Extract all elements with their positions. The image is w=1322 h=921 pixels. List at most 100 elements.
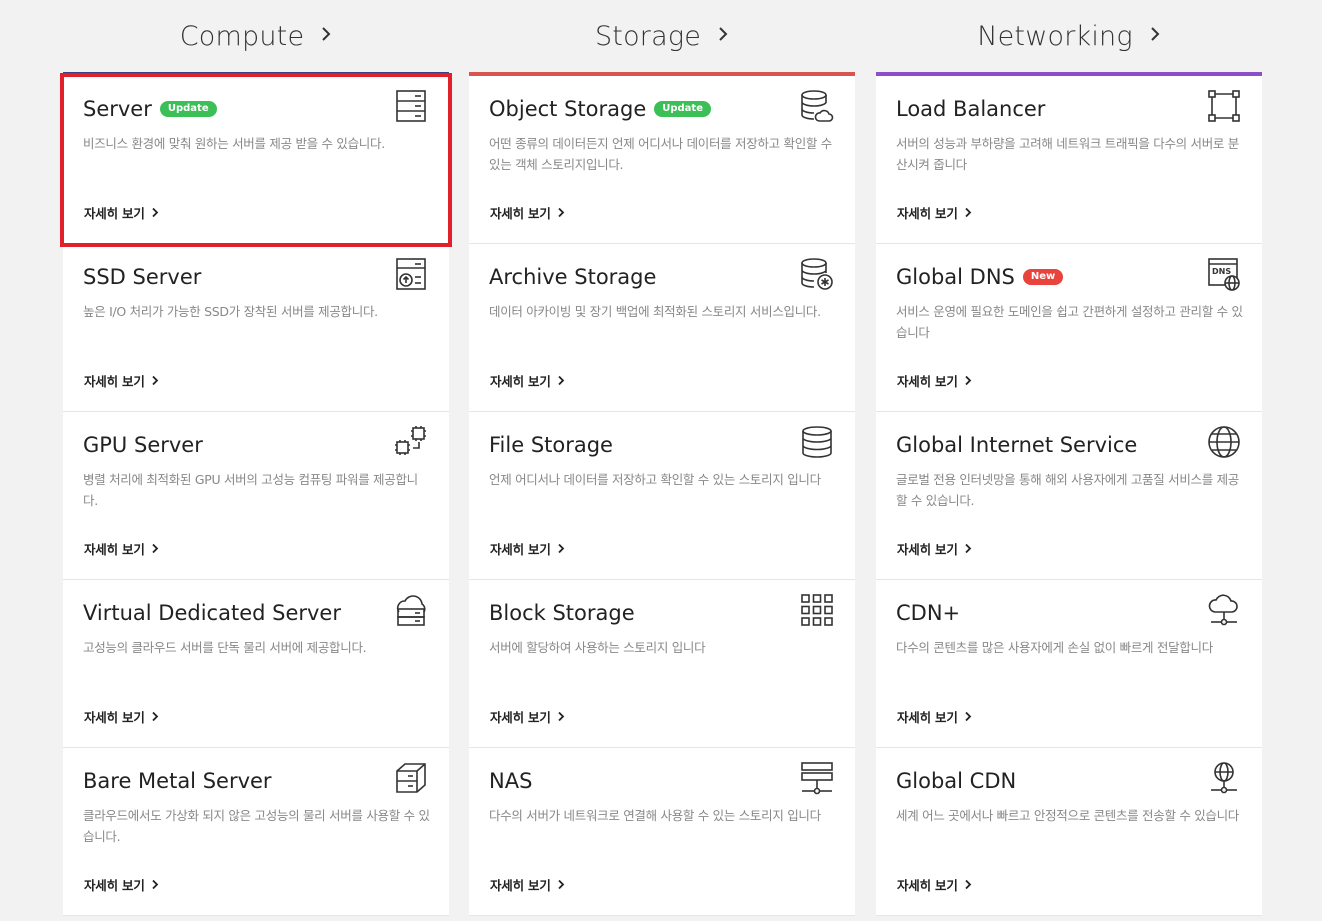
category-label: Compute: [179, 20, 305, 52]
column-compute: Compute Server Update 비즈니스 환경에 맞춰 원하는 서버를 제…: [60, 0, 452, 916]
globe-network-icon: [1206, 760, 1242, 796]
chevron-right-icon: [557, 542, 565, 557]
column-networking: Networking Load Balancer 서버의 성능과 부하량을 고려해 …: [876, 0, 1262, 916]
learn-more-label: 자세히 보기: [84, 542, 145, 557]
database-icon: [799, 424, 835, 460]
learn-more-label: 자세히 보기: [897, 878, 958, 893]
learn-more-link[interactable]: 자세히 보기: [897, 371, 972, 390]
product-card-cdn[interactable]: CDN+ 다수의 콘텐츠를 많은 사용자에게 손실 없이 빠르게 전달합니다 자세히…: [876, 580, 1262, 748]
card-title: NAS: [489, 769, 533, 793]
card-title-row: Bare Metal Server: [83, 764, 429, 798]
product-card-ssd-server[interactable]: SSD Server 높은 I/O 처리가 가능한 SSD가 장착된 서버를 제공…: [63, 244, 449, 412]
card-title-row: CDN+: [896, 596, 1242, 630]
column-storage: Storage Object Storage Update 어떤 종류의 데이터든지 …: [469, 0, 855, 916]
category-header-networking[interactable]: Networking: [876, 0, 1262, 72]
category-label: Networking: [977, 20, 1133, 52]
card-title-row: Global Internet Service: [896, 428, 1242, 462]
card-title-row: Object Storage Update: [489, 92, 835, 126]
product-card-global-dns[interactable]: Global DNS New DNS 서비스 운영에 필요한 도메인을 쉽고 간편하게…: [876, 244, 1262, 412]
card-description: 클라우드에서도 가상화 되지 않은 고성능의 물리 서버를 사용할 수 있습니다…: [83, 808, 430, 844]
learn-more-link[interactable]: 자세히 보기: [490, 203, 565, 222]
product-card-virtual-dedicated-server[interactable]: Virtual Dedicated Server 고성능의 클라우드 서버를 단독…: [63, 580, 449, 748]
globe-icon: [1206, 424, 1242, 460]
card-title: Global Internet Service: [896, 433, 1138, 457]
card-title-row: Load Balancer: [896, 92, 1242, 126]
card-title-row: Archive Storage: [489, 260, 835, 294]
card-description: 다수의 서버가 네트워크로 연결해 사용할 수 있는 스토리지 입니다: [489, 808, 821, 823]
card-description: 높은 I/O 처리가 가능한 SSD가 장착된 서버를 제공합니다.: [83, 304, 378, 319]
learn-more-link[interactable]: 자세히 보기: [897, 875, 972, 894]
card-title-row: Server Update: [83, 92, 429, 126]
product-card-archive-storage[interactable]: Archive Storage 데이터 아카이빙 및 장기 백업에 최적화된 스토…: [469, 244, 855, 412]
learn-more-link[interactable]: 자세히 보기: [84, 539, 159, 558]
product-card-bare-metal-server[interactable]: Bare Metal Server 클라우드에서도 가상화 되지 않은 고성능의 …: [63, 748, 449, 916]
card-title-row: File Storage: [489, 428, 835, 462]
chevron-right-icon: [151, 710, 159, 725]
chevron-right-icon: [964, 710, 972, 725]
learn-more-label: 자세히 보기: [490, 542, 551, 557]
learn-more-link[interactable]: 자세히 보기: [84, 875, 159, 894]
learn-more-label: 자세히 보기: [490, 206, 551, 221]
learn-more-link[interactable]: 자세히 보기: [84, 371, 159, 390]
chevron-right-icon: [964, 374, 972, 389]
learn-more-label: 자세히 보기: [490, 878, 551, 893]
nas-network-icon: [799, 760, 835, 796]
ssd-server-icon: [393, 256, 429, 292]
card-title: Virtual Dedicated Server: [83, 601, 341, 625]
card-title: Server: [83, 97, 152, 121]
learn-more-label: 자세히 보기: [897, 374, 958, 389]
chevron-right-icon: [717, 24, 729, 49]
learn-more-link[interactable]: 자세히 보기: [490, 371, 565, 390]
card-title: GPU Server: [83, 433, 203, 457]
product-card-server[interactable]: Server Update 비즈니스 환경에 맞춰 원하는 서버를 제공 받을 수 …: [60, 73, 452, 247]
card-title-row: GPU Server: [83, 428, 429, 462]
product-card-nas[interactable]: NAS 다수의 서버가 네트워크로 연결해 사용할 수 있는 스토리지 입니다자세…: [469, 748, 855, 916]
learn-more-link[interactable]: 자세히 보기: [897, 539, 972, 558]
product-card-object-storage[interactable]: Object Storage Update 어떤 종류의 데이터든지 언제 어디서나…: [469, 76, 855, 244]
category-label: Storage: [594, 20, 702, 52]
card-title-row: Block Storage: [489, 596, 835, 630]
product-card-global-internet-service[interactable]: Global Internet Service 글로벌 전용 인터넷망을 통해 해…: [876, 412, 1262, 580]
learn-more-link[interactable]: 자세히 보기: [490, 707, 565, 726]
card-title: File Storage: [489, 433, 613, 457]
card-title-row: NAS: [489, 764, 835, 798]
learn-more-link[interactable]: 자세히 보기: [84, 203, 159, 222]
cloud-server-icon: [393, 592, 429, 628]
card-description: 데이터 아카이빙 및 장기 백업에 최적화된 스토리지 서비스입니다.: [489, 304, 821, 319]
chevron-right-icon: [151, 206, 159, 221]
card-title: Bare Metal Server: [83, 769, 272, 793]
learn-more-link[interactable]: 자세히 보기: [897, 203, 972, 222]
product-card-block-storage[interactable]: Block Storage 서버에 할당하여 사용하는 스토리지 입니다자세히 보…: [469, 580, 855, 748]
category-header-storage[interactable]: Storage: [469, 0, 855, 72]
blocks-grid-icon: [799, 592, 835, 628]
card-description: 서버에 할당하여 사용하는 스토리지 입니다: [489, 640, 706, 655]
learn-more-label: 자세히 보기: [490, 374, 551, 389]
chevron-right-icon: [964, 206, 972, 221]
card-title: Archive Storage: [489, 265, 657, 289]
card-title-row: SSD Server: [83, 260, 429, 294]
card-description: 서버의 성능과 부하량을 고려해 네트워크 트래픽을 다수의 서버로 분산시켜 …: [896, 136, 1239, 172]
card-title: CDN+: [896, 601, 961, 625]
product-card-global-cdn[interactable]: Global CDN 세계 어느 곳에서나 빠르고 안정적으로 콘텐츠를 전송할 …: [876, 748, 1262, 916]
card-description: 언제 어디서나 데이터를 저장하고 확인할 수 있는 스토리지 입니다: [489, 472, 821, 487]
learn-more-link[interactable]: 자세히 보기: [490, 539, 565, 558]
chevron-right-icon: [557, 206, 565, 221]
svg-text:DNS: DNS: [1212, 267, 1231, 276]
learn-more-link[interactable]: 자세히 보기: [490, 875, 565, 894]
product-card-gpu-server[interactable]: GPU Server 병렬 처리에 최적화된 GPU 서버의 고성능 컴퓨팅 파워…: [63, 412, 449, 580]
chevron-right-icon: [151, 878, 159, 893]
card-title-row: Global CDN: [896, 764, 1242, 798]
product-card-file-storage[interactable]: File Storage 언제 어디서나 데이터를 저장하고 확인할 수 있는 스…: [469, 412, 855, 580]
card-description: 병렬 처리에 최적화된 GPU 서버의 고성능 컴퓨팅 파워를 제공합니다.: [83, 472, 418, 508]
card-title-row: Global DNS New: [896, 260, 1242, 294]
product-card-load-balancer[interactable]: Load Balancer 서버의 성능과 부하량을 고려해 네트워크 트래픽을 …: [876, 76, 1262, 244]
database-cloud-icon: [799, 88, 835, 124]
category-header-compute[interactable]: Compute: [63, 0, 449, 72]
chevron-right-icon: [320, 24, 332, 49]
learn-more-link[interactable]: 자세히 보기: [84, 707, 159, 726]
learn-more-label: 자세히 보기: [84, 206, 145, 221]
server-rack-icon: [393, 88, 429, 124]
card-description: 어떤 종류의 데이터든지 언제 어디서나 데이터를 저장하고 확인할 수 있는 …: [489, 136, 832, 172]
learn-more-link[interactable]: 자세히 보기: [897, 707, 972, 726]
learn-more-label: 자세히 보기: [897, 542, 958, 557]
